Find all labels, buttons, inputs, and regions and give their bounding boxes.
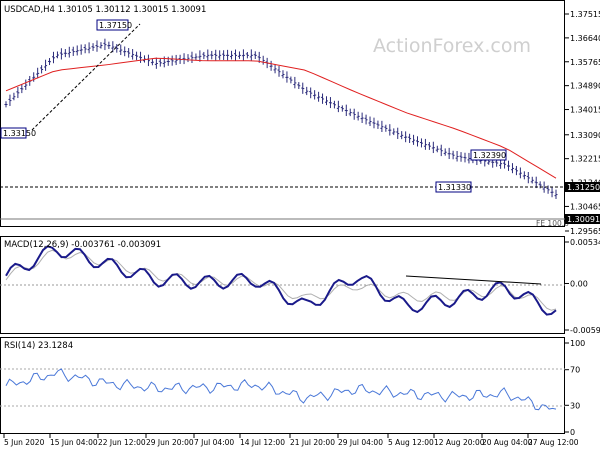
rsi-main-line (5, 368, 557, 411)
time-tick-label: 27 Aug 12:00 (528, 438, 579, 447)
price-tick-label: 1.33090 (570, 131, 600, 140)
price-tick-label: 1.36640 (570, 34, 600, 43)
watermark: ActionForex.com (373, 35, 531, 57)
rsi-tick-label: 0 (570, 428, 575, 437)
price-tick-label: 1.37515 (570, 10, 600, 19)
time-tick-label: 5 Jun 2020 (4, 438, 45, 447)
time-axis: 5 Jun 2020 15 Jun 04:00 22 Jun 12:00 29 Jun… (3, 434, 579, 447)
price-tick-label: 1.34890 (570, 82, 600, 91)
rsi-axis: 100 70 30 0 (565, 339, 585, 437)
annotation-support-label: 1.31330 (438, 183, 471, 192)
time-tick-label: 21 Jul 20:00 (290, 438, 335, 447)
level-price-tag: 1.31250 (565, 182, 600, 192)
current-price-tag-text: 1.30091 (567, 215, 600, 224)
rsi-panel-frame (0, 337, 565, 434)
rsi-tick-label: 100 (570, 339, 585, 348)
time-tick-label: 14 Jul 12:00 (240, 438, 285, 447)
price-tick-label: 1.35765 (570, 58, 600, 67)
macd-tick-label: -0.005989 (570, 326, 600, 335)
annotation-pivot-label: 1.32390 (473, 151, 506, 160)
macd-tick-label: 0.005341 (570, 238, 600, 247)
time-tick-label: 22 Jun 12:00 (98, 438, 146, 447)
price-tick-label: 1.34015 (570, 106, 600, 115)
chart-window[interactable]: ActionForex.com 1.37515 1.36640 1.35765 1.3… (0, 0, 600, 450)
annotation-pivot: 1.32390 (470, 149, 507, 161)
symbol-header: USDCAD,H4 1.30105 1.30112 1.30015 1.3009… (4, 5, 206, 15)
trendline[interactable] (31, 23, 141, 131)
price-bars (4, 38, 558, 200)
price-tick-label: 1.32215 (570, 155, 600, 164)
annotation-high: 1.37150 (96, 19, 132, 31)
macd-tick-label: 0.00 (570, 279, 588, 288)
price-axis: 1.37515 1.36640 1.35765 1.34890 1.34015 1.330… (565, 10, 600, 236)
annotation-low: 1.33150 (0, 127, 36, 139)
macd-axis: 0.005341 0.00 -0.005989 (565, 238, 600, 335)
trading-chart[interactable]: ActionForex.com 1.375151.366401.357651.3… (0, 0, 600, 450)
macd-header: MACD(12,26,9) -0.003761 -0.003091 (4, 240, 161, 250)
time-tick-label: 29 Jun 20:00 (146, 438, 194, 447)
macd-divergence-line[interactable] (405, 275, 542, 285)
time-tick-label: 15 Jun 04:00 (50, 438, 98, 447)
current-price-tag: 1.30091 (565, 214, 600, 224)
rsi-header: RSI(14) 23.1284 (4, 341, 73, 351)
fe-label: FE 100.0 (536, 219, 569, 228)
annotation-high-label: 1.37150 (99, 21, 132, 30)
price-tick-label: 1.29565 (570, 227, 600, 236)
time-tick-label: 5 Aug 12:00 (388, 438, 434, 447)
rsi-tick-label: 70 (570, 366, 580, 375)
level-price-tag-text: 1.31250 (567, 183, 600, 192)
time-tick-label: 20 Aug 04:00 (482, 438, 533, 447)
rsi-tick-label: 30 (570, 401, 580, 410)
time-tick-label: 12 Aug 20:00 (434, 438, 485, 447)
annotation-support: 1.31330 (435, 181, 472, 193)
annotation-low-label: 1.33150 (3, 129, 36, 138)
time-tick-label: 29 Jul 04:00 (338, 438, 383, 447)
rsi-line (5, 368, 557, 411)
time-tick-label: 7 Jul 04:00 (194, 438, 234, 447)
price-tick-label: 1.30465 (570, 202, 600, 211)
